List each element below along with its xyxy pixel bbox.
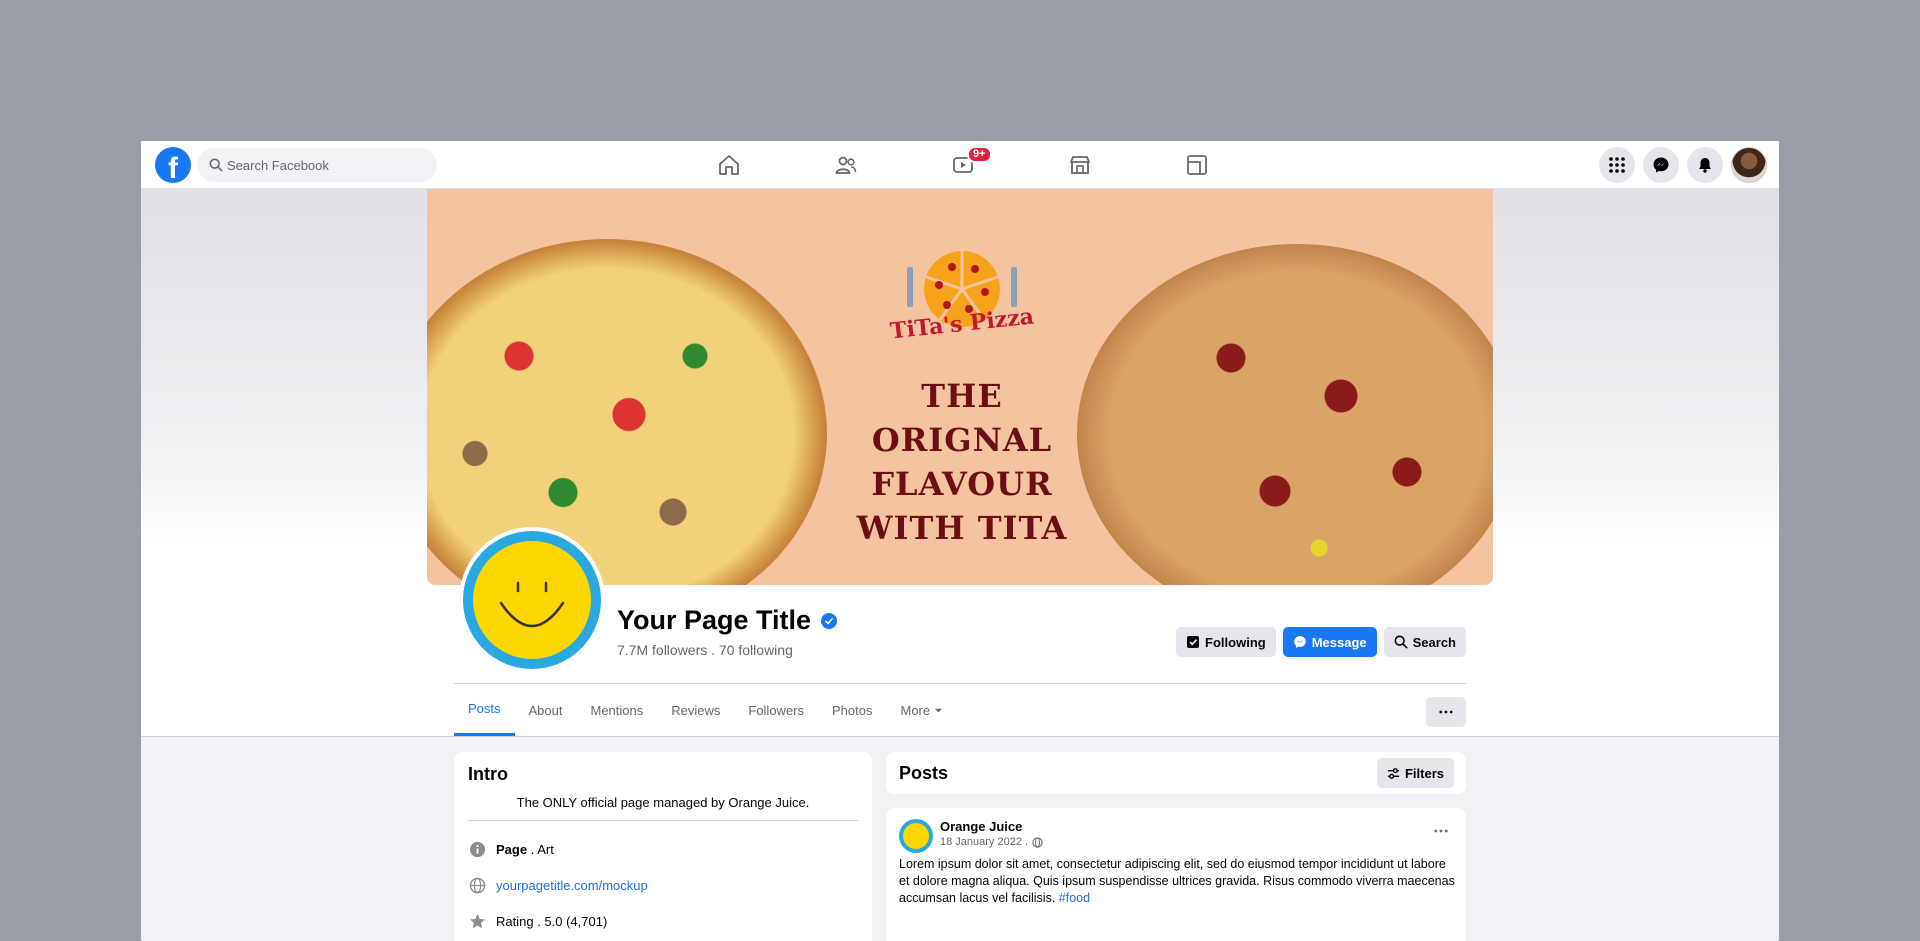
- tab-posts[interactable]: Posts: [454, 684, 515, 736]
- smiley-face: [473, 541, 591, 659]
- verified-badge-icon: [821, 612, 838, 629]
- nav-friends[interactable]: [818, 149, 874, 181]
- follower-stats[interactable]: 7.7M followers . 70 following: [617, 642, 793, 658]
- tab-mentions[interactable]: Mentions: [577, 684, 658, 736]
- website-link[interactable]: yourpagetitle.com/mockup: [496, 878, 648, 893]
- messenger-icon: [1293, 636, 1306, 648]
- page-header: TiTa's Pizza THE ORIGNAL FLAVOUR WITH TI…: [141, 189, 1779, 737]
- post-date-text: 18 January 2022 .: [940, 836, 1029, 848]
- info-icon: [468, 840, 486, 858]
- tagline-line-2: FLAVOUR: [871, 465, 1053, 503]
- tab-photos[interactable]: Photos: [818, 684, 886, 736]
- following-button[interactable]: Following: [1176, 627, 1276, 657]
- posts-header: Posts Filters: [886, 752, 1466, 794]
- search-icon: [209, 158, 223, 172]
- intro-heading: Intro: [468, 764, 508, 784]
- friends-icon: [835, 156, 857, 174]
- profile-ring: [463, 531, 601, 669]
- post-date[interactable]: 18 January 2022 .: [940, 836, 1043, 848]
- menu-grid-icon: [1609, 157, 1625, 173]
- browser-window: f 9+: [141, 141, 1779, 941]
- page-label: Page: [496, 841, 528, 857]
- intro-card: Intro The ONLY official page managed by …: [454, 752, 872, 941]
- post-author-avatar[interactable]: [899, 819, 933, 853]
- account-controls: [1599, 147, 1767, 183]
- tab-more[interactable]: More: [886, 684, 957, 736]
- tab-about[interactable]: About: [515, 684, 577, 736]
- notifications-button[interactable]: [1687, 147, 1723, 183]
- search-box[interactable]: [197, 148, 437, 182]
- filters-label: Filters: [1404, 765, 1444, 781]
- profile-picture[interactable]: [459, 527, 605, 673]
- brand-logo: TiTa's Pizza: [867, 237, 1057, 344]
- page-actions: Following Message Search: [1176, 627, 1466, 657]
- page-title-text: Your Page Title: [617, 605, 812, 635]
- intro-page-row: Page . Art: [468, 839, 554, 859]
- message-label: Message: [1311, 634, 1367, 650]
- intro-rating-row: Rating . 5.0 (4,701): [468, 911, 607, 931]
- marketplace-icon: [1070, 156, 1090, 174]
- ellipsis-icon: [1434, 829, 1448, 833]
- page-tabs: Posts About Mentions Reviews Followers P…: [454, 684, 957, 736]
- intro-divider: [468, 820, 858, 821]
- tab-reviews[interactable]: Reviews: [657, 684, 734, 736]
- caret-down-icon: [935, 708, 943, 712]
- messenger-button[interactable]: [1643, 147, 1679, 183]
- post-options-button[interactable]: [1434, 820, 1448, 836]
- post-body: Lorem ipsum dolor sit amet, consectetur …: [899, 856, 1459, 907]
- following-check-icon: [1187, 636, 1200, 648]
- post-author-name[interactable]: Orange Juice: [940, 819, 1022, 834]
- cover-tagline: THE ORIGNAL FLAVOUR WITH TITA: [827, 374, 1097, 550]
- home-icon: [719, 155, 739, 175]
- page-search-button[interactable]: Search: [1383, 627, 1466, 657]
- posts-heading: Posts: [899, 763, 949, 783]
- tagline-line-3: WITH TITA: [856, 509, 1068, 547]
- bell-icon: [1699, 158, 1711, 173]
- globe-icon: [468, 876, 486, 894]
- rating-text[interactable]: Rating . 5.0 (4,701): [496, 914, 607, 929]
- menu-button[interactable]: [1599, 147, 1635, 183]
- more-options-button[interactable]: [1426, 697, 1466, 727]
- watch-badge: 9+: [967, 146, 992, 163]
- page-category: . Art: [527, 841, 554, 857]
- cover-photo[interactable]: TiTa's Pizza THE ORIGNAL FLAVOUR WITH TI…: [427, 189, 1493, 585]
- facebook-logo[interactable]: f: [155, 147, 191, 183]
- nav-gaming[interactable]: [1169, 149, 1225, 181]
- post-card: Orange Juice 18 January 2022 . Lorem ips…: [886, 808, 1466, 941]
- tagline-line-1: THE ORIGNAL: [871, 377, 1053, 459]
- star-icon: [468, 912, 486, 930]
- tab-followers[interactable]: Followers: [734, 684, 818, 736]
- veggie-pizza-image: [427, 239, 827, 585]
- following-label: Following: [1205, 634, 1266, 650]
- nav-home[interactable]: [701, 149, 757, 181]
- profile-avatar[interactable]: [1731, 147, 1767, 183]
- search-label: Search: [1412, 634, 1456, 650]
- intro-website-row: yourpagetitle.com/mockup: [468, 875, 648, 895]
- post-hashtag[interactable]: #food: [1059, 891, 1090, 905]
- nav-watch[interactable]: 9+: [935, 146, 992, 181]
- tab-more-label: More: [900, 702, 931, 718]
- intro-description: The ONLY official page managed by Orange…: [516, 795, 810, 810]
- nav-marketplace[interactable]: [1052, 149, 1108, 181]
- filters-button[interactable]: Filters: [1376, 758, 1454, 788]
- globe-icon: [1032, 836, 1043, 848]
- page-title: Your Page Title: [617, 605, 838, 636]
- post-text: Lorem ipsum dolor sit amet, consectetur …: [899, 857, 1455, 905]
- search-input[interactable]: [227, 148, 427, 182]
- ellipsis-icon: [1439, 710, 1453, 714]
- filters-icon: [1387, 767, 1400, 779]
- messenger-icon: [1653, 157, 1669, 173]
- gaming-icon: [1187, 155, 1207, 175]
- top-navigation-bar: f 9+: [141, 141, 1779, 189]
- search-icon: [1394, 635, 1408, 649]
- message-button[interactable]: Message: [1282, 627, 1377, 657]
- pepperoni-pizza-image: [1077, 244, 1493, 585]
